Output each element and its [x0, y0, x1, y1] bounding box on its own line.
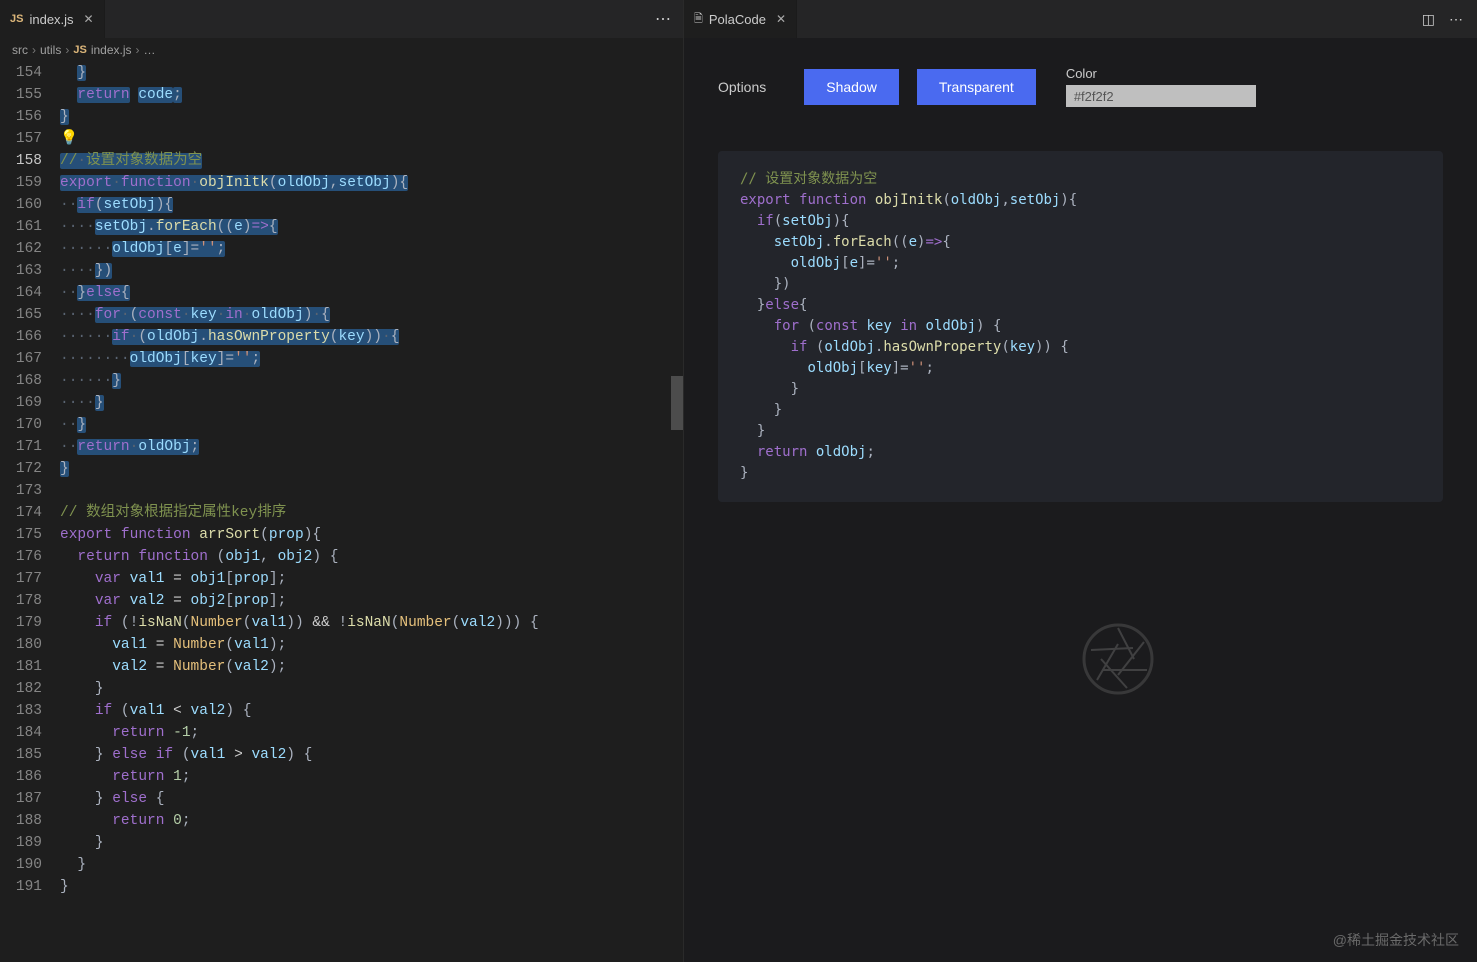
scrollbar-thumb[interactable]: [671, 376, 683, 430]
chevron-right-icon: ›: [65, 43, 69, 57]
chevron-right-icon: ›: [136, 43, 140, 57]
more-icon[interactable]: ⋯: [1449, 11, 1463, 28]
color-label: Color: [1066, 66, 1256, 81]
tab-polacode[interactable]: 🗎 PolaCode ✕: [684, 0, 797, 38]
chevron-right-icon: ›: [32, 43, 36, 57]
close-icon[interactable]: ✕: [776, 12, 786, 26]
options-row: Options Shadow Transparent Color: [684, 38, 1477, 131]
code-content[interactable]: } return code;}💡//·设置对象数据为空export·functi…: [60, 62, 683, 962]
watermark: @稀土掘金技术社区: [1333, 930, 1459, 950]
more-icon[interactable]: ⋯: [643, 9, 683, 29]
breadcrumb[interactable]: src › utils › JS index.js › …: [0, 38, 683, 62]
polacode-pane: 🗎 PolaCode ✕ ◫ ⋯ Options Shadow Transpar…: [684, 0, 1477, 962]
shutter-icon[interactable]: [1079, 620, 1157, 698]
tab-label: index.js: [29, 12, 73, 27]
split-editor-icon[interactable]: ◫: [1422, 11, 1435, 28]
code-editor[interactable]: 1541551561571581591601611621631641651661…: [0, 62, 683, 962]
tab-label: PolaCode: [709, 12, 766, 27]
file-icon: 🗎: [694, 10, 703, 29]
bc-utils[interactable]: utils: [40, 43, 61, 57]
tab-index-js[interactable]: JS index.js ✕: [0, 0, 105, 38]
js-file-icon: JS: [10, 13, 23, 25]
shadow-button[interactable]: Shadow: [804, 69, 899, 105]
color-input[interactable]: [1066, 85, 1256, 107]
js-file-icon: JS: [73, 44, 86, 56]
left-tab-bar: JS index.js ✕ ⋯: [0, 0, 683, 38]
right-tab-bar: 🗎 PolaCode ✕ ◫ ⋯: [684, 0, 1477, 38]
bc-src[interactable]: src: [12, 43, 28, 57]
close-icon[interactable]: ✕: [84, 12, 94, 26]
bc-tail[interactable]: …: [144, 43, 156, 57]
options-label: Options: [718, 79, 766, 95]
bc-file[interactable]: index.js: [91, 43, 132, 57]
editor-pane: JS index.js ✕ ⋯ src › utils › JS index.j…: [0, 0, 684, 962]
line-number-gutter: 1541551561571581591601611621631641651661…: [0, 62, 60, 962]
code-snippet-card: // 设置对象数据为空export function objInitk(oldO…: [718, 151, 1443, 502]
transparent-button[interactable]: Transparent: [917, 69, 1036, 105]
